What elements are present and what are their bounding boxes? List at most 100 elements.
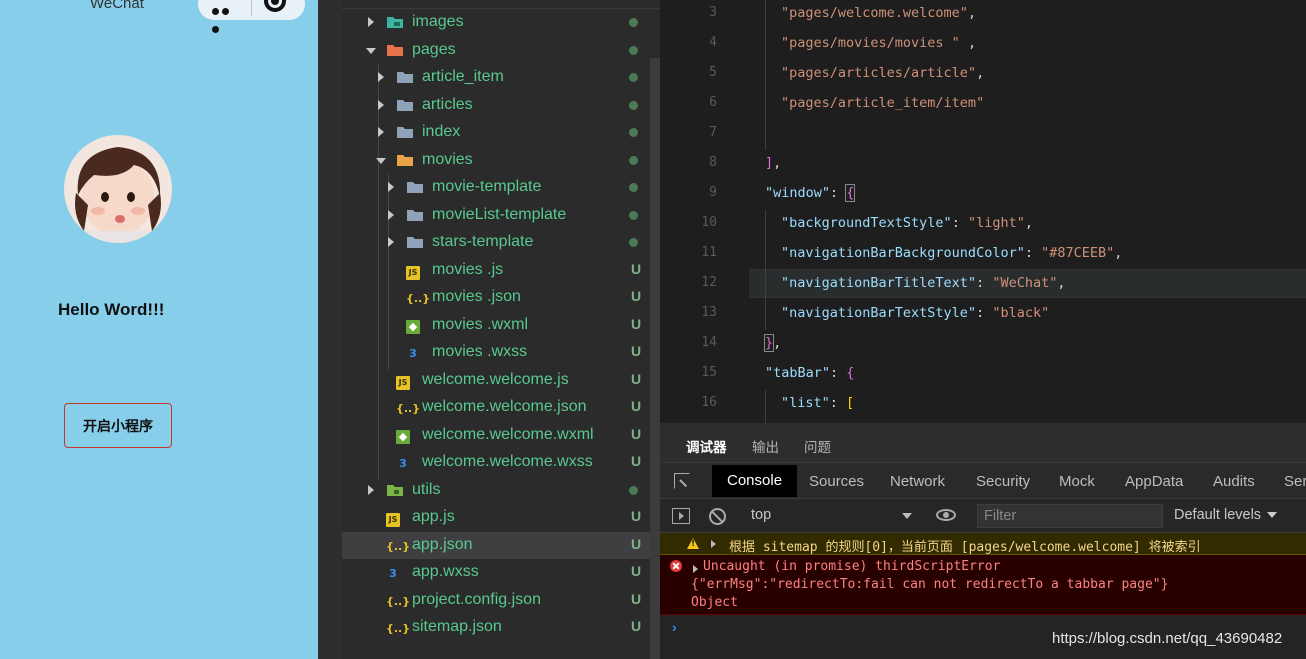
tree-file[interactable]: {..} app.json U bbox=[342, 532, 650, 559]
untracked-badge: U bbox=[630, 563, 642, 579]
modified-dot bbox=[629, 238, 638, 247]
chevron-down-icon[interactable] bbox=[366, 48, 376, 54]
tree-file[interactable]: 3 movies .wxss U bbox=[342, 339, 650, 366]
chevron-right-icon[interactable] bbox=[368, 485, 374, 495]
code-line: "navigationBarBackgroundColor": "#87CEEB… bbox=[781, 245, 1123, 261]
hello-text: Hello Word!!! bbox=[58, 300, 165, 319]
indent-guide bbox=[765, 0, 766, 150]
close-miniprogram-icon[interactable] bbox=[264, 0, 286, 12]
code-editor[interactable]: 3 4 5 6 7 8 9 10 11 12 13 14 15 16 "pages/welcome.wel… bbox=[660, 0, 1306, 423]
json-file-icon: {..} bbox=[406, 292, 431, 305]
tab-network[interactable]: Network bbox=[890, 473, 945, 490]
expand-triangle-icon[interactable] bbox=[693, 565, 698, 573]
chevron-down-icon bbox=[1267, 512, 1278, 519]
chevron-right-icon[interactable] bbox=[378, 127, 384, 137]
tab-console[interactable]: Console bbox=[712, 465, 798, 497]
tree-folder[interactable]: movies bbox=[342, 147, 650, 174]
console-error-message[interactable]: Uncaught (in promise) thirdScriptError {… bbox=[660, 555, 1306, 615]
error-line: {"errMsg":"redirectTo:fail can not redir… bbox=[691, 577, 1169, 592]
tree-folder[interactable]: articles bbox=[342, 92, 650, 119]
line-number: 13 bbox=[701, 305, 717, 320]
tree-item-label: welcome.welcome.json bbox=[422, 398, 587, 415]
tree-folder[interactable]: pages bbox=[342, 37, 650, 64]
tree-item-label: movieList-template bbox=[432, 206, 567, 223]
tree-file[interactable]: 3 app.wxss U bbox=[342, 559, 650, 586]
tab-mock[interactable]: Mock bbox=[1059, 473, 1095, 490]
console-warning-message[interactable]: 根据 sitemap 的规则[0]，当前页面 [pages/welcome.we… bbox=[660, 533, 1306, 555]
tree-item-label: stars-template bbox=[432, 233, 534, 250]
code-line: "pages/article_item/item" bbox=[781, 95, 985, 111]
json-file-icon: {..} bbox=[386, 595, 411, 608]
tree-folder[interactable]: index bbox=[342, 119, 650, 146]
tab-debugger[interactable]: 调试器 bbox=[686, 436, 727, 456]
untracked-badge: U bbox=[630, 371, 642, 387]
code-line: "window": { bbox=[765, 184, 856, 202]
line-number: 11 bbox=[701, 245, 717, 260]
tree-file[interactable]: {..} project.config.json U bbox=[342, 587, 650, 614]
capsule-menu[interactable] bbox=[198, 0, 305, 33]
chevron-right-icon[interactable] bbox=[388, 182, 394, 192]
chevron-right-icon[interactable] bbox=[378, 100, 384, 110]
line-number: 5 bbox=[709, 65, 717, 80]
indent-guide bbox=[765, 390, 766, 423]
wxml-file-icon: ◆ bbox=[406, 317, 424, 334]
tree-folder[interactable]: images bbox=[342, 9, 650, 36]
error-object-link[interactable]: Object bbox=[691, 595, 738, 610]
tree-file[interactable]: 3 welcome.welcome.wxss U bbox=[342, 449, 650, 476]
tab-audits[interactable]: Audits bbox=[1213, 473, 1255, 490]
untracked-badge: U bbox=[630, 398, 642, 414]
tree-file[interactable]: JS welcome.welcome.js U bbox=[342, 367, 650, 394]
modified-dot bbox=[629, 18, 638, 27]
tree-file[interactable]: {..} welcome.welcome.json U bbox=[342, 394, 650, 421]
indent-guide bbox=[765, 210, 766, 330]
chevron-down-icon[interactable] bbox=[376, 158, 386, 164]
console-filter-input[interactable] bbox=[977, 504, 1163, 528]
tab-appdata[interactable]: AppData bbox=[1125, 473, 1183, 490]
tree-file[interactable]: ◆ welcome.welcome.wxml U bbox=[342, 422, 650, 449]
open-miniprogram-button[interactable]: 开启小程序 bbox=[64, 403, 172, 448]
panel-divider[interactable] bbox=[318, 0, 342, 659]
json-file-icon: {..} bbox=[396, 402, 421, 415]
more-dots-icon[interactable] bbox=[212, 2, 240, 33]
explorer-header bbox=[342, 0, 660, 9]
tree-file[interactable]: JS movies .js U bbox=[342, 257, 650, 284]
sidebar-toggle-icon[interactable] bbox=[672, 508, 690, 524]
expand-triangle-icon[interactable] bbox=[711, 540, 716, 548]
tab-sources[interactable]: Sources bbox=[809, 473, 864, 490]
tree-file[interactable]: JS app.js U bbox=[342, 504, 650, 531]
js-file-icon: JS bbox=[396, 372, 414, 390]
live-expression-eye-icon[interactable] bbox=[936, 509, 956, 521]
tree-folder[interactable]: movie-template bbox=[342, 174, 650, 201]
error-icon bbox=[670, 560, 682, 572]
tab-sensors[interactable]: Ser bbox=[1284, 473, 1306, 490]
modified-dot bbox=[629, 101, 638, 110]
console-prompt-icon[interactable]: › bbox=[672, 619, 677, 635]
chevron-right-icon[interactable] bbox=[378, 72, 384, 82]
tree-file[interactable]: {..} movies .json U bbox=[342, 284, 650, 311]
tree-file[interactable]: ◆ movies .wxml U bbox=[342, 312, 650, 339]
log-levels-select[interactable]: Default levels bbox=[1174, 507, 1278, 523]
tree-file[interactable]: {..} sitemap.json U bbox=[342, 614, 650, 641]
tree-item-label: images bbox=[412, 13, 464, 30]
inspect-element-icon[interactable] bbox=[674, 473, 690, 489]
tree-folder[interactable]: utils bbox=[342, 477, 650, 504]
chevron-right-icon[interactable] bbox=[388, 237, 394, 247]
line-number: 16 bbox=[701, 395, 717, 410]
wxss-file-icon: 3 bbox=[399, 457, 407, 470]
clear-console-icon[interactable] bbox=[709, 508, 726, 525]
watermark-text: https://blog.csdn.net/qq_43690482 bbox=[1052, 630, 1283, 647]
tree-folder[interactable]: article_item bbox=[342, 64, 650, 91]
chevron-right-icon[interactable] bbox=[388, 210, 394, 220]
tree-folder[interactable]: stars-template bbox=[342, 229, 650, 256]
tab-security[interactable]: Security bbox=[976, 473, 1030, 490]
line-number: 12 bbox=[701, 275, 717, 290]
avatar bbox=[64, 135, 172, 243]
explorer-scrollbar[interactable] bbox=[650, 58, 660, 659]
tab-output[interactable]: 输出 bbox=[752, 436, 779, 456]
tree-item-label: app.json bbox=[412, 536, 473, 553]
untracked-badge: U bbox=[630, 261, 642, 277]
nav-bar-title: WeChat bbox=[90, 0, 144, 12]
tree-folder[interactable]: movieList-template bbox=[342, 202, 650, 229]
tab-problems[interactable]: 问题 bbox=[804, 436, 831, 456]
chevron-right-icon[interactable] bbox=[368, 17, 374, 27]
